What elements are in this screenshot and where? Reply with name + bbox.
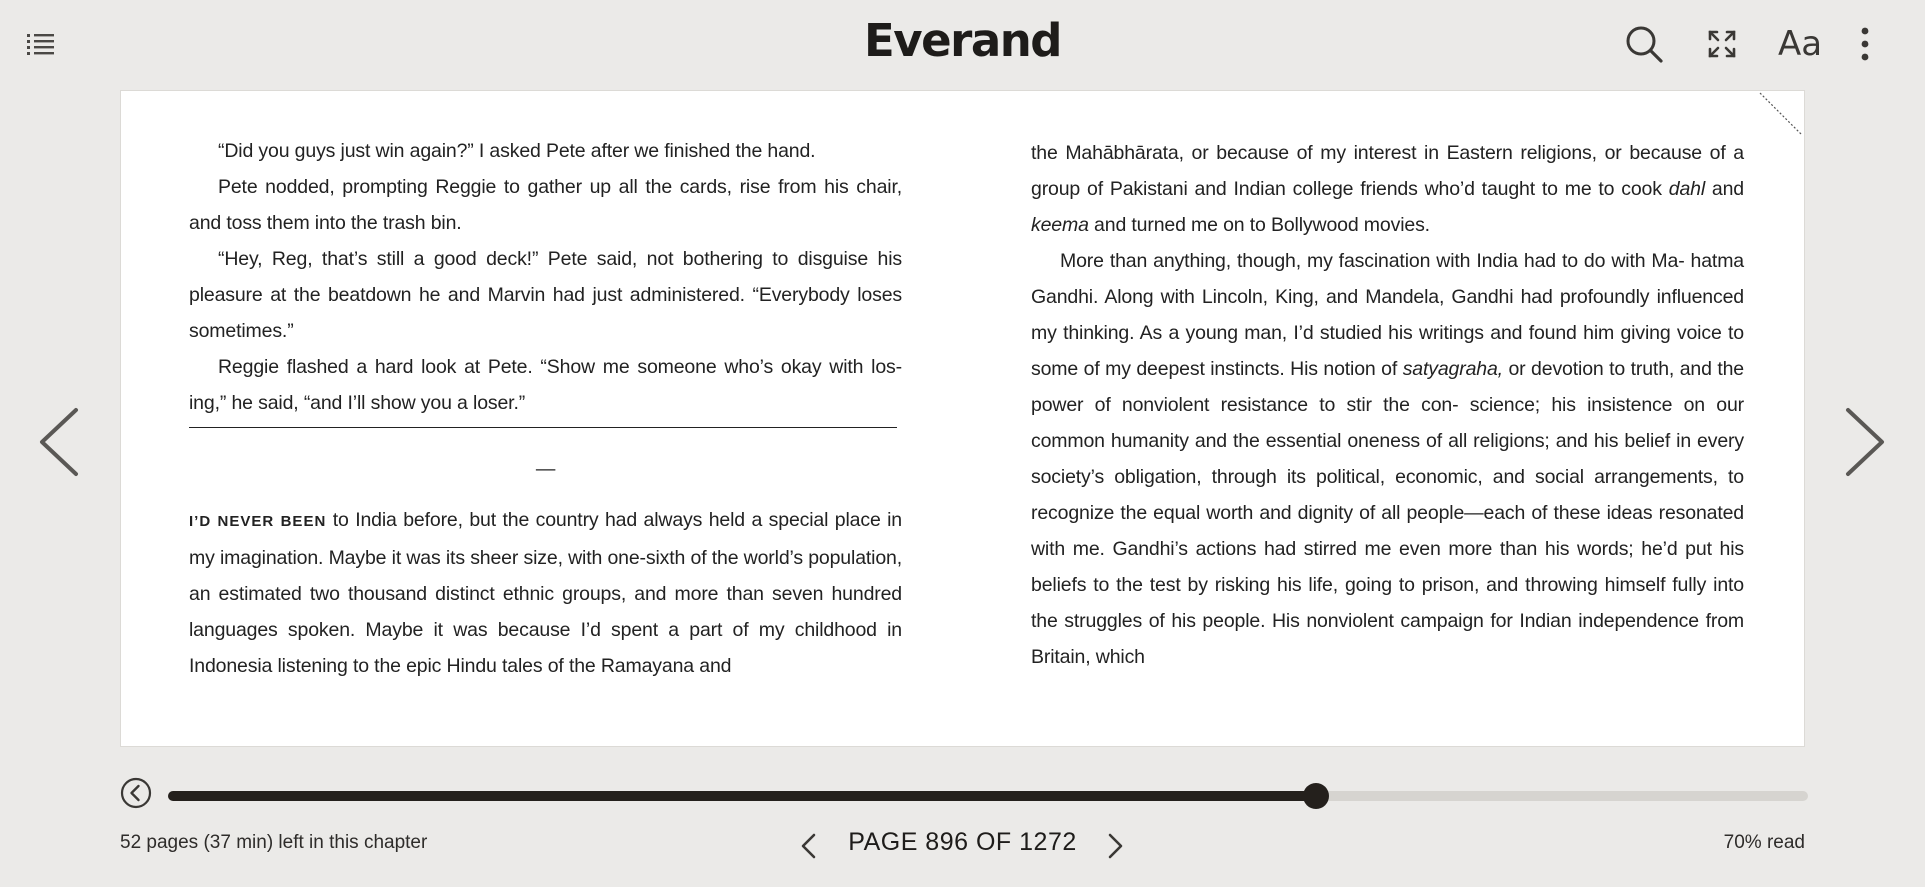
italic-term: keema xyxy=(1031,214,1089,236)
chevron-left-circle-icon xyxy=(120,777,152,809)
next-page-arrow[interactable] xyxy=(1840,402,1888,482)
chevron-right-icon xyxy=(1846,408,1884,476)
next-page-button[interactable] xyxy=(1101,830,1129,862)
expand-icon xyxy=(1708,30,1736,58)
paragraph-text: or devotion to truth, and the power of n… xyxy=(1031,358,1744,668)
paragraph-text: and turned me on to Bollywood movies. xyxy=(1088,214,1430,236)
page-indicator: PAGE 896 OF 1272 xyxy=(848,828,1077,856)
previous-page-arrow[interactable] xyxy=(36,402,84,482)
progress-handle[interactable] xyxy=(1303,783,1329,809)
paragraph: “Hey, Reg, that’s still a good deck!” Pe… xyxy=(189,248,902,342)
left-column: “Did you guys just win again?” I asked P… xyxy=(189,133,902,684)
paragraph: the Mahābhārata, or because of my intere… xyxy=(1031,135,1744,243)
more-vertical-icon xyxy=(1861,27,1869,61)
section-lead-in: I’d never been xyxy=(189,513,327,530)
paragraph: “Did you guys just win again?” I asked P… xyxy=(218,140,816,162)
read-percent-text: 70% read xyxy=(1723,832,1805,853)
chevron-left-icon xyxy=(40,408,78,476)
paragraph: Reggie flashed a hard look at Pete. “Sho… xyxy=(189,356,902,414)
progress-fill xyxy=(168,791,1316,801)
back-to-position-button[interactable] xyxy=(120,777,152,809)
top-bar: Everand Aa xyxy=(0,0,1925,90)
bottom-bar: 52 pages (37 min) left in this chapter P… xyxy=(0,760,1925,887)
paragraph: Pete nodded, prompting Reggie to gather … xyxy=(189,176,902,234)
paragraph-text: and xyxy=(1705,178,1745,200)
italic-term: dahl xyxy=(1668,178,1706,200)
font-settings-button[interactable]: Aa xyxy=(1775,22,1825,66)
book-page: “Did you guys just win again?” I asked P… xyxy=(120,90,1805,747)
paragraph-text: to India before, but the country had alw… xyxy=(189,509,902,677)
paragraph-text: the Mahābhārata, or because of my intere… xyxy=(1031,142,1744,200)
more-options-button[interactable] xyxy=(1843,22,1887,66)
fullscreen-button[interactable] xyxy=(1700,22,1744,66)
chevron-right-icon xyxy=(1108,833,1123,859)
section-separator: — xyxy=(535,458,556,480)
paragraph: I’d never been to India before, but the … xyxy=(189,502,902,684)
italic-term: satyagraha, xyxy=(1402,358,1503,380)
search-button[interactable] xyxy=(1622,22,1666,66)
right-column: the Mahābhārata, or because of my intere… xyxy=(1031,135,1744,675)
paragraph: More than anything, though, my fascinati… xyxy=(1031,243,1744,675)
page-curl-icon[interactable] xyxy=(1758,91,1804,137)
progress-slider[interactable] xyxy=(168,783,1808,809)
search-icon xyxy=(1626,26,1663,63)
